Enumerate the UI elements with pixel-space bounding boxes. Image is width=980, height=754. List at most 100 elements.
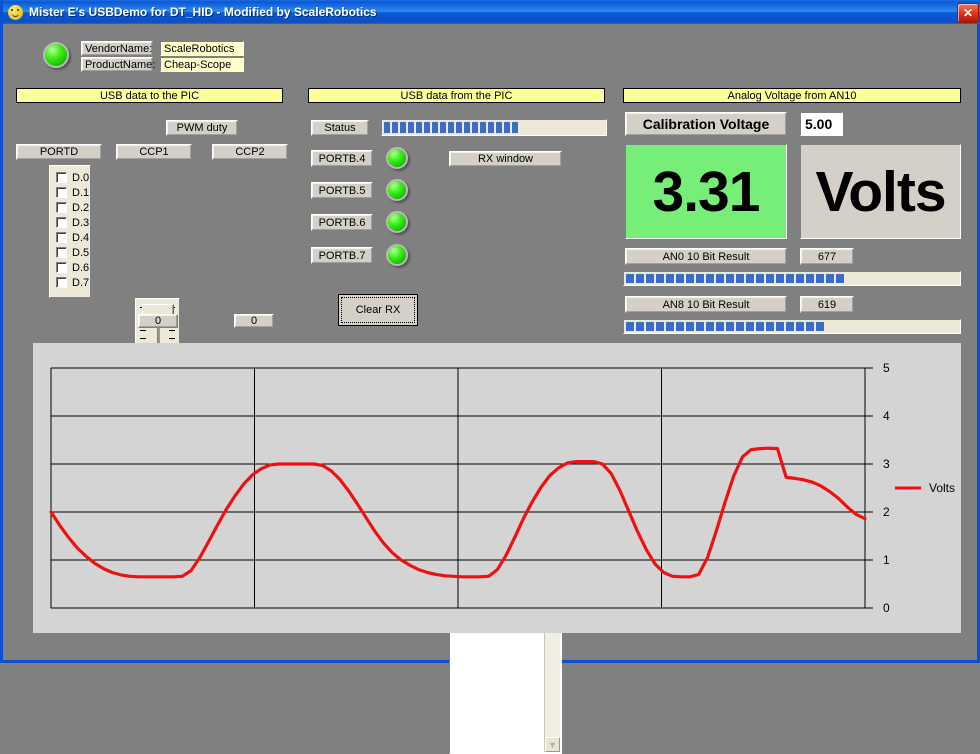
progress-segment [636,274,644,283]
progress-segment [726,322,734,331]
portd-label: PORTD [16,144,102,160]
progress-segment [746,274,754,283]
progress-segment [676,274,684,283]
checkbox-icon[interactable] [56,247,67,258]
progress-segment [866,274,874,283]
progress-segment [896,322,904,331]
progress-segment [886,322,894,331]
progress-segment [512,122,518,133]
connection-led [43,42,69,68]
progress-segment [806,274,814,283]
progress-segment [866,322,874,331]
legend-label: Volts [929,481,955,495]
ccp2-value: 0 [234,314,274,328]
progress-segment [440,122,446,133]
portd-checkbox-d1[interactable]: D.1 [56,185,90,200]
progress-segment [416,122,422,133]
progress-segment [946,322,954,331]
progress-segment [464,122,470,133]
an8-progress-bar [623,319,961,334]
checkbox-label: D.7 [72,277,89,289]
progress-segment [544,122,550,133]
progress-segment [796,274,804,283]
ccp1-value: 0 [138,314,178,328]
progress-segment [626,274,634,283]
progress-segment [488,122,494,133]
progress-segment [716,322,724,331]
portb6-label: PORTB.6 [311,214,373,231]
checkbox-icon[interactable] [56,172,67,183]
close-button[interactable]: ✕ [957,3,979,23]
checkbox-label: D.6 [72,262,89,274]
progress-segment [916,274,924,283]
progress-segment [906,322,914,331]
calibration-voltage-input[interactable]: 5.00 [800,112,843,136]
portd-checkbox-group: D.0 D.1 D.2 D.3 D.4 D.5 D.6 D.7 [49,165,91,298]
portd-checkbox-d3[interactable]: D.3 [56,215,90,230]
chart-y-tick-label: 3 [883,457,890,471]
portd-checkbox-d0[interactable]: D.0 [56,170,90,185]
checkbox-icon[interactable] [56,277,67,288]
portd-checkbox-d4[interactable]: D.4 [56,230,90,245]
progress-segment [432,122,438,133]
progress-segment [528,122,534,133]
progress-segment [576,122,582,133]
progress-segment [392,122,398,133]
progress-segment [786,322,794,331]
progress-segment [826,274,834,283]
checkbox-label: D.1 [72,187,89,199]
progress-segment [946,274,954,283]
progress-segment [706,322,714,331]
progress-segment [656,322,664,331]
clear-rx-button[interactable]: Clear RX [338,294,418,326]
portd-checkbox-d5[interactable]: D.5 [56,245,90,260]
progress-segment [400,122,406,133]
portb6-led [386,211,408,233]
checkbox-label: D.3 [72,217,89,229]
window-title: Mister E's USBDemo for DT_HID - Modified… [29,5,377,19]
progress-segment [646,274,654,283]
scroll-down-icon[interactable]: ▼ [545,737,560,752]
checkbox-icon[interactable] [56,262,67,273]
progress-segment [806,322,814,331]
portb4-led [386,147,408,169]
vendor-name-value: ScaleRobotics [160,41,244,56]
progress-segment [666,322,674,331]
progress-segment [424,122,430,133]
progress-segment [472,122,478,133]
chart-y-tick-label: 5 [883,361,890,375]
progress-segment [726,274,734,283]
progress-segment [766,322,774,331]
progress-segment [846,274,854,283]
checkbox-icon[interactable] [56,217,67,228]
progress-segment [736,274,744,283]
portd-checkbox-d2[interactable]: D.2 [56,200,90,215]
progress-segment [756,274,764,283]
portd-checkbox-d7[interactable]: D.7 [56,275,90,290]
progress-segment [776,274,784,283]
progress-segment [896,274,904,283]
progress-segment [584,122,590,133]
progress-segment [936,322,944,331]
progress-segment [826,322,834,331]
voltage-unit-label: Volts [800,144,961,239]
portd-checkbox-d6[interactable]: D.6 [56,260,90,275]
progress-segment [636,322,644,331]
chart-y-tick-label: 4 [883,409,890,423]
portb5-label: PORTB.5 [311,182,373,199]
progress-segment [560,122,566,133]
chart-y-tick-label: 2 [883,505,890,519]
portb7-led [386,244,408,266]
progress-segment [736,322,744,331]
progress-segment [816,322,824,331]
checkbox-icon[interactable] [56,232,67,243]
progress-segment [926,274,934,283]
chart-svg: 012345 Volts [33,343,961,633]
progress-segment [686,274,694,283]
checkbox-icon[interactable] [56,202,67,213]
checkbox-icon[interactable] [56,187,67,198]
progress-segment [666,274,674,283]
progress-segment [520,122,526,133]
ccp1-label: CCP1 [116,144,192,160]
status-progress-bar [381,119,607,136]
